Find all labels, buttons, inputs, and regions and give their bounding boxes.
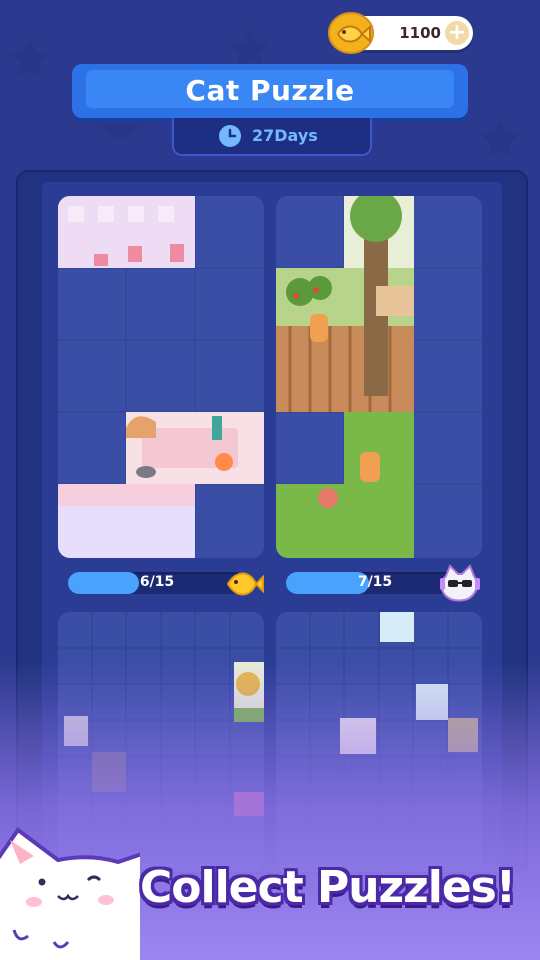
caption-text: Collect Puzzles! (140, 862, 516, 913)
clock-icon (219, 125, 241, 147)
progress-text: 7/15 (357, 574, 393, 590)
cat-mascot (0, 827, 140, 960)
fish-coin-icon (328, 12, 374, 54)
add-coins-button[interactable]: + (445, 21, 469, 45)
puzzle-card-2[interactable] (276, 196, 482, 558)
puzzle-2-progress: 7/15 (286, 572, 464, 594)
cat-sunglasses-icon (440, 564, 480, 602)
puzzle-1-progress: 6/15 (68, 572, 246, 594)
puzzle-card-1[interactable] (58, 196, 264, 558)
days-text: 27Days (252, 126, 318, 145)
title-banner: Cat Puzzle (72, 64, 468, 118)
puzzle-image-2 (276, 196, 482, 558)
fish-icon (226, 572, 264, 596)
progress-text: 6/15 (139, 574, 175, 590)
days-remaining: 27Days (172, 118, 372, 156)
page-title: Cat Puzzle (185, 74, 355, 107)
puzzle-image-1 (58, 196, 264, 558)
coin-amount: 1100 (399, 24, 441, 42)
